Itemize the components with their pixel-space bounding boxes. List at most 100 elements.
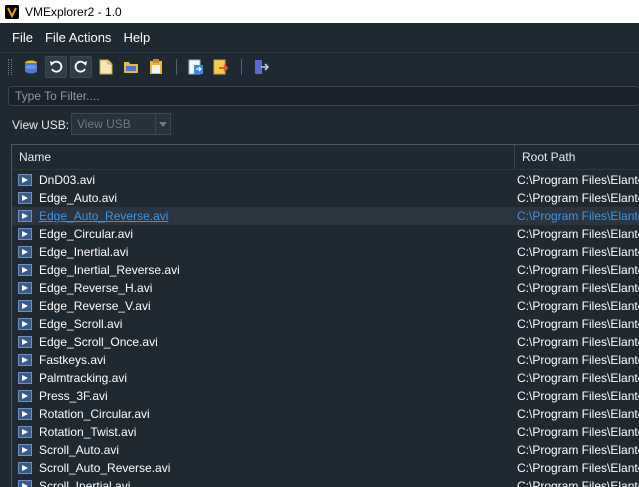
app-logo-icon [5, 4, 19, 19]
row-root-path: C:\Program Files\Elante [517, 461, 639, 475]
table-row[interactable]: Rotation_Circular.avi C:\Program Files\El… [12, 405, 639, 423]
view-usb-value: View USB [77, 117, 131, 131]
row-root-path: C:\Program Files\Elante [517, 371, 639, 385]
table-header: Name Root Path [12, 145, 639, 170]
row-root-path: C:\Program Files\Elante [517, 191, 639, 205]
video-file-icon [18, 300, 32, 312]
row-file-name: Edge_Scroll_Once.avi [39, 335, 158, 349]
video-file-icon [18, 336, 32, 348]
video-file-icon [18, 426, 32, 438]
view-usb-dropdown[interactable]: View USB [71, 113, 171, 135]
row-root-path: C:\Program Files\Elante [517, 263, 639, 277]
view-usb-label: View USB: [12, 118, 70, 132]
video-file-icon [18, 444, 32, 456]
row-root-path: C:\Program Files\Elante [517, 281, 639, 295]
video-file-icon [18, 390, 32, 402]
table-row[interactable]: Edge_Reverse_V.avi C:\Program Files\Elant… [12, 297, 639, 315]
row-file-name: Press_3F.avi [39, 389, 108, 403]
row-root-path: C:\Program Files\Elante [517, 335, 639, 349]
table-row[interactable]: Edge_Auto_Reverse.avi C:\Program Files\El… [12, 207, 639, 225]
table-row[interactable]: Edge_Circular.avi C:\Program Files\Elante [12, 225, 639, 243]
column-header-name[interactable]: Name [12, 145, 515, 169]
new-file-icon[interactable] [95, 56, 117, 78]
table-row[interactable]: Palmtracking.avi C:\Program Files\Elante [12, 369, 639, 387]
table-row[interactable]: Edge_Reverse_H.avi C:\Program Files\Elant… [12, 279, 639, 297]
table-row[interactable]: Rotation_Twist.avi C:\Program Files\Elant… [12, 423, 639, 441]
table-row[interactable]: Edge_Inertial.avi C:\Program Files\Elante [12, 243, 639, 261]
paste-icon[interactable] [145, 56, 167, 78]
chevron-down-icon[interactable] [155, 114, 170, 134]
video-file-icon [18, 282, 32, 294]
row-root-path: C:\Program Files\Elante [517, 299, 639, 313]
row-root-path: C:\Program Files\Elante [517, 317, 639, 331]
table-row[interactable]: Edge_Auto.avi C:\Program Files\Elante [12, 189, 639, 207]
video-file-icon [18, 246, 32, 258]
row-root-path: C:\Program Files\Elante [517, 389, 639, 403]
video-file-icon [18, 192, 32, 204]
import-icon[interactable] [210, 56, 232, 78]
table-row[interactable]: Fastkeys.avi C:\Program Files\Elante [12, 351, 639, 369]
undo-icon[interactable] [45, 55, 67, 78]
filter-input[interactable] [9, 87, 639, 105]
video-file-icon [18, 318, 32, 330]
row-root-path: C:\Program Files\Elante [517, 425, 639, 439]
video-file-icon [18, 228, 32, 240]
title-bar: VMExplorer2 - 1.0 [0, 0, 639, 23]
file-table: Name Root Path DnD03.avi C:\Program Files… [11, 144, 639, 487]
row-file-name: Edge_Inertial.avi [39, 245, 129, 259]
row-root-path: C:\Program Files\Elante [517, 479, 639, 487]
row-file-name: Edge_Auto_Reverse.avi [39, 209, 169, 223]
table-row[interactable]: Scroll_Inertial.avi C:\Program Files\Elan… [12, 477, 639, 487]
table-row[interactable]: DnD03.avi C:\Program Files\Elante [12, 171, 639, 189]
toolbar-separator [241, 58, 242, 75]
toolbar-separator [176, 58, 177, 75]
row-file-name: Edge_Reverse_V.avi [39, 299, 151, 313]
row-file-name: Edge_Inertial_Reverse.avi [39, 263, 180, 277]
menu-file[interactable]: File [6, 27, 39, 49]
row-root-path: C:\Program Files\Elante [517, 227, 639, 241]
video-file-icon [18, 264, 32, 276]
row-root-path: C:\Program Files\Elante [517, 209, 639, 223]
row-root-path: C:\Program Files\Elante [517, 407, 639, 421]
row-file-name: Scroll_Auto.avi [39, 443, 120, 457]
filter-box [8, 86, 639, 106]
video-file-icon [18, 372, 32, 384]
redo-icon[interactable] [70, 55, 92, 78]
row-file-name: Rotation_Circular.avi [39, 407, 150, 421]
row-file-name: DnD03.avi [39, 173, 96, 187]
row-file-name: Edge_Auto.avi [39, 191, 118, 205]
menu-file-actions[interactable]: File Actions [39, 27, 117, 49]
table-row[interactable]: Edge_Scroll.avi C:\Program Files\Elante [12, 315, 639, 333]
table-row[interactable]: Edge_Inertial_Reverse.avi C:\Program File… [12, 261, 639, 279]
row-file-name: Palmtracking.avi [39, 371, 128, 385]
row-file-name: Rotation_Twist.avi [39, 425, 137, 439]
row-file-name: Edge_Scroll.avi [39, 317, 123, 331]
video-file-icon [18, 174, 32, 186]
video-file-icon [18, 354, 32, 366]
table-row[interactable]: Press_3F.avi C:\Program Files\Elante [12, 387, 639, 405]
toolbar [0, 53, 639, 80]
row-file-name: Edge_Circular.avi [39, 227, 134, 241]
row-file-name: Fastkeys.avi [39, 353, 106, 367]
row-file-name: Scroll_Auto_Reverse.avi [39, 461, 171, 475]
row-root-path: C:\Program Files\Elante [517, 173, 639, 187]
export-icon[interactable] [185, 56, 207, 78]
video-file-icon [18, 210, 32, 222]
open-folder-icon[interactable] [120, 56, 142, 78]
exit-icon[interactable] [250, 56, 272, 78]
database-icon[interactable] [20, 56, 42, 78]
window-title: VMExplorer2 - 1.0 [25, 4, 122, 19]
toolbar-grip[interactable] [8, 58, 12, 75]
column-header-root-path[interactable]: Root Path [515, 145, 639, 169]
table-row[interactable]: Edge_Scroll_Once.avi C:\Program Files\Ela… [12, 333, 639, 351]
table-row[interactable]: Scroll_Auto.avi C:\Program Files\Elante [12, 441, 639, 459]
row-file-name: Edge_Reverse_H.avi [39, 281, 153, 295]
menu-help[interactable]: Help [117, 27, 156, 49]
menu-bar: File File Actions Help [0, 23, 639, 53]
row-root-path: C:\Program Files\Elante [517, 443, 639, 457]
table-row[interactable]: Scroll_Auto_Reverse.avi C:\Program Files\… [12, 459, 639, 477]
row-root-path: C:\Program Files\Elante [517, 245, 639, 259]
video-file-icon [18, 480, 32, 487]
video-file-icon [18, 408, 32, 420]
video-file-icon [18, 462, 32, 474]
